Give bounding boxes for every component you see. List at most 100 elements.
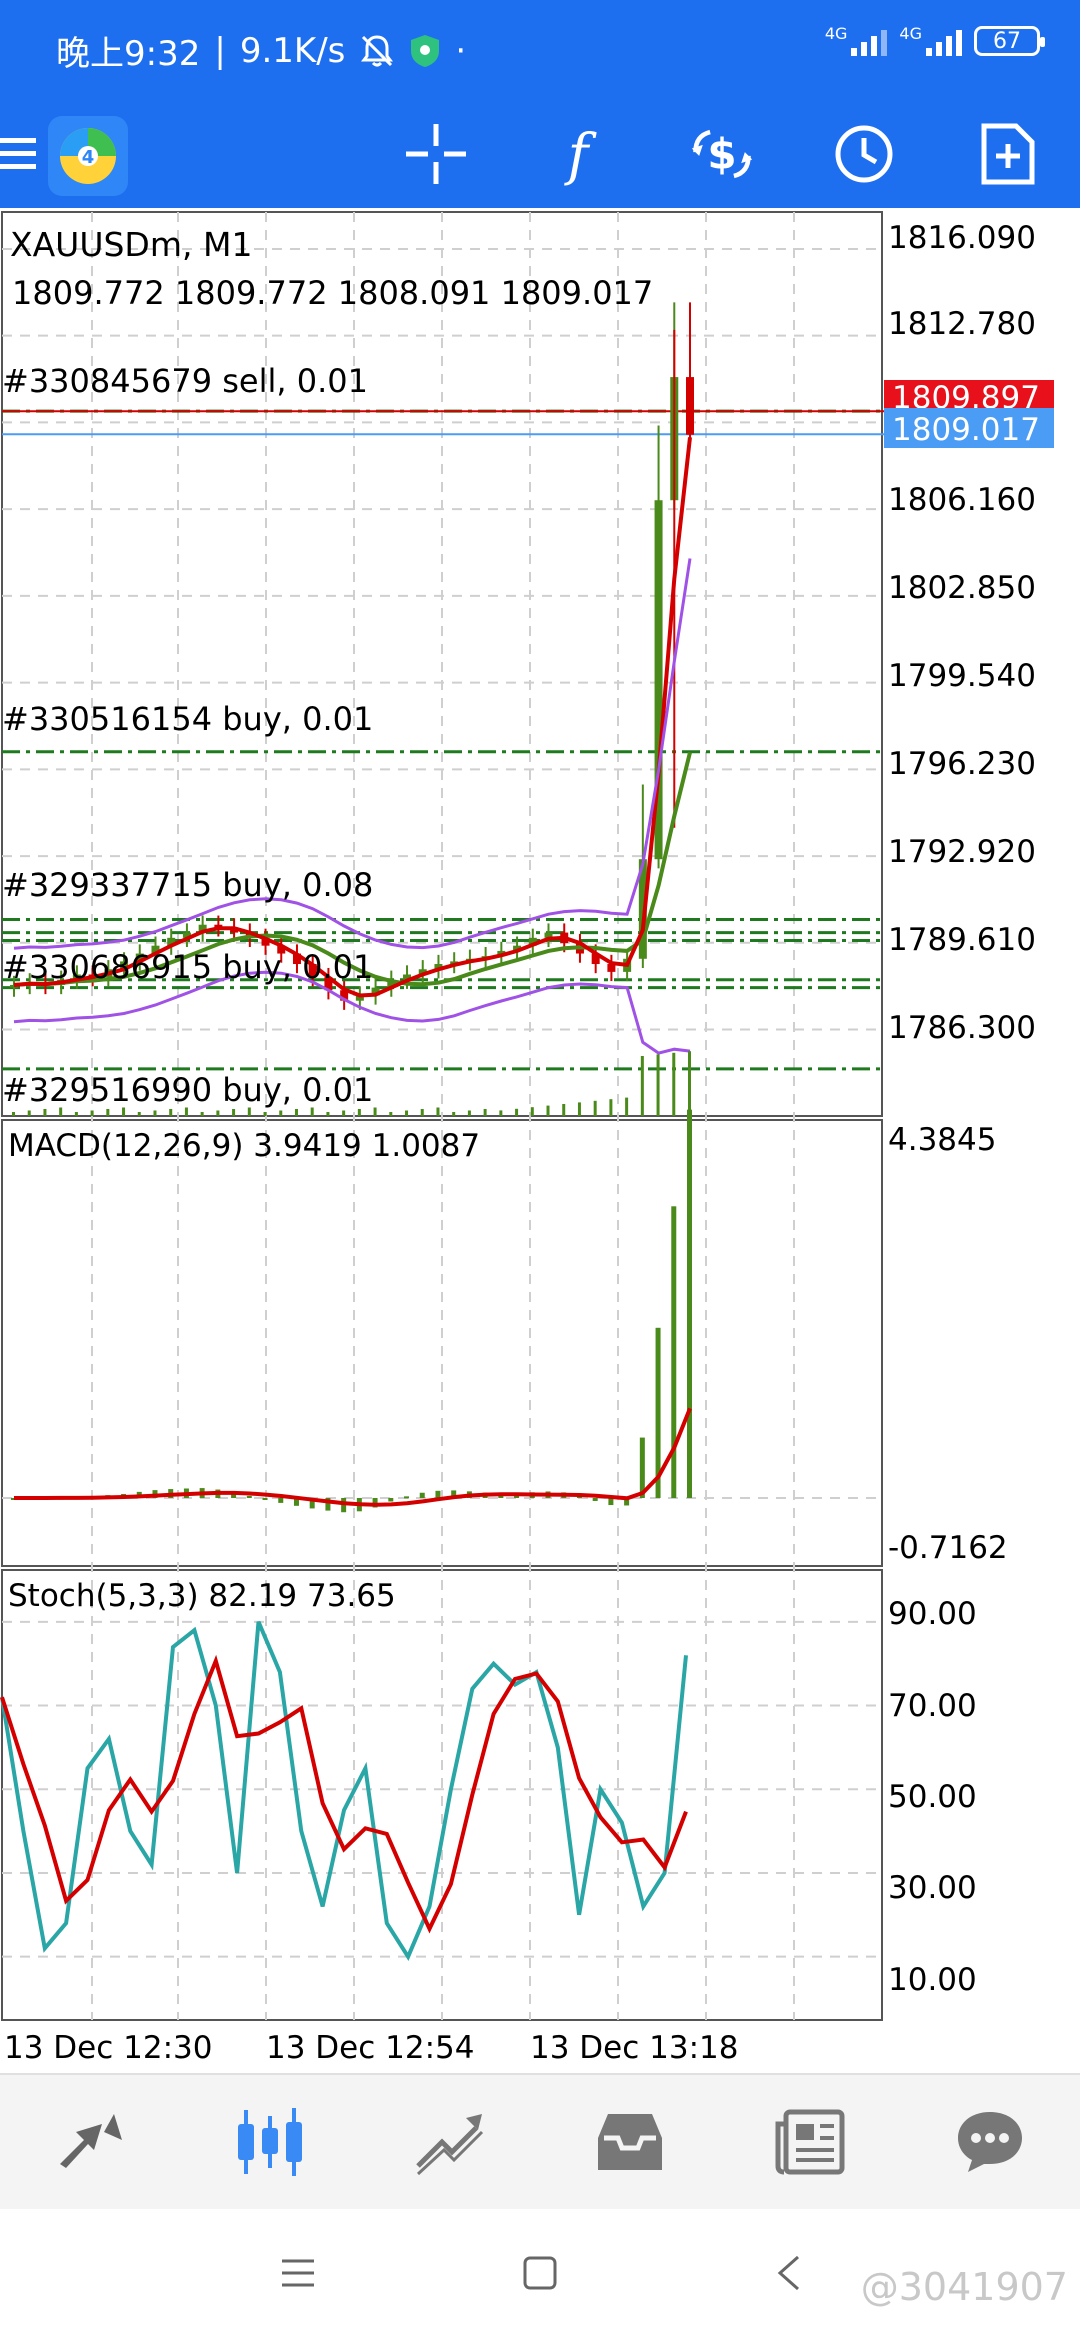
chart-area[interactable]: XAUUSDm, M1 1809.772 1809.772 1808.091 1… <box>0 208 1080 2073</box>
time-label-3: 13 Dec 13:18 <box>530 2030 738 2066</box>
price-label-2: 1812.780 <box>888 306 1036 342</box>
macd-bar-17 <box>278 1498 284 1503</box>
stoch-level-30: 30.00 <box>888 1870 977 1906</box>
price-label-8: 1789.610 <box>888 922 1036 958</box>
chart-symbol: XAUUSDm, M1 <box>10 225 252 264</box>
svg-text:4: 4 <box>82 147 95 168</box>
volume-bar-2 <box>43 1109 47 1116</box>
quotes-arrows-icon[interactable] <box>45 2097 135 2187</box>
newspaper-icon[interactable] <box>765 2097 855 2187</box>
macd-bar-25 <box>404 1496 410 1499</box>
chart-ohlc: 1809.772 1809.772 1808.091 1809.017 <box>12 274 653 312</box>
volume-bar-41 <box>656 1054 660 1116</box>
volume-bar-32 <box>515 1108 519 1116</box>
price-label-1: 1816.090 <box>888 220 1036 256</box>
volume-bar-27 <box>436 1107 440 1116</box>
volume-bar-16 <box>263 1112 267 1116</box>
volume-bar-0 <box>12 1112 15 1116</box>
volume-bar-6 <box>106 1109 110 1116</box>
volume-bar-40 <box>640 1056 644 1116</box>
volume-bar-30 <box>483 1109 487 1116</box>
volume-bar-42 <box>672 1052 676 1116</box>
macd-bar-16 <box>262 1498 268 1500</box>
volume-bar-18 <box>294 1109 298 1116</box>
macd-bar-24 <box>388 1498 394 1502</box>
volume-bar-22 <box>357 1109 361 1116</box>
svg-text:$: $ <box>707 130 736 179</box>
time-label-1: 13 Dec 12:30 <box>4 2030 212 2066</box>
volume-bar-34 <box>546 1105 550 1116</box>
shield-icon <box>411 34 440 67</box>
price-label-6: 1796.230 <box>888 746 1036 782</box>
volume-bar-14 <box>232 1109 236 1116</box>
home-square-icon[interactable] <box>522 2255 558 2291</box>
function-icon[interactable]: f <box>546 122 610 186</box>
volume-bar-17 <box>279 1110 283 1116</box>
volume-bar-4 <box>74 1112 78 1116</box>
volume-bar-25 <box>405 1110 409 1116</box>
status-left: 晚上9:32 | 9.1K/s · <box>56 26 466 75</box>
stoch-level-70: 70.00 <box>888 1688 977 1724</box>
metatrader-logo[interactable]: 4 <box>46 114 130 198</box>
chart-canvas[interactable]: XAUUSDm, M1 1809.772 1809.772 1808.091 1… <box>0 208 1080 2073</box>
stoch-label: Stoch(5,3,3) 82.19 73.65 <box>8 1578 396 1614</box>
order-label-5[interactable]: #329516990 buy, 0.01 <box>2 1071 373 1109</box>
macd-label: MACD(12,26,9) 3.9419 1.0087 <box>8 1128 480 1164</box>
volume-bar-26 <box>420 1109 424 1116</box>
bell-muted-icon <box>361 34 394 66</box>
volume-bar-31 <box>499 1110 503 1116</box>
stoch-level-50: 50.00 <box>888 1779 977 1815</box>
macd-bar-15 <box>246 1495 252 1498</box>
status-network-speed: 9.1K/s <box>239 30 346 71</box>
volume-bar-24 <box>389 1112 393 1116</box>
volume-bar-13 <box>216 1110 220 1116</box>
back-chevron-icon[interactable] <box>774 2255 804 2291</box>
price-label-7: 1792.920 <box>888 834 1036 870</box>
status-dot: · <box>455 30 467 71</box>
battery-level: 67 <box>993 28 1021 54</box>
dollar-exchange-icon[interactable]: $ <box>690 122 754 186</box>
network-type-2: 4G <box>899 23 922 43</box>
trend-line-icon[interactable] <box>405 2097 495 2187</box>
status-time: 晚上9:32 <box>56 34 201 74</box>
volume-bar-9 <box>153 1110 157 1116</box>
macd-bar-43 <box>687 1109 692 1498</box>
menu-icon[interactable] <box>0 122 46 186</box>
macd-bar-26 <box>419 1492 425 1498</box>
order-label-4[interactable]: #330686915 buy, 0.01 <box>2 948 373 986</box>
candle-body-43 <box>686 377 694 435</box>
clock-icon[interactable] <box>832 122 896 186</box>
volume-bar-35 <box>562 1104 566 1116</box>
volume-bar-20 <box>326 1112 330 1116</box>
crosshair-icon[interactable] <box>404 122 468 186</box>
status-bar: 晚上9:32 | 9.1K/s · 4G 4G 67 <box>0 0 1080 100</box>
volume-bar-36 <box>577 1102 581 1116</box>
stoch-level-90: 90.00 <box>888 1596 977 1632</box>
price-label-9: 1786.300 <box>888 1010 1036 1046</box>
inbox-icon[interactable] <box>585 2097 675 2187</box>
time-label-2: 13 Dec 12:54 <box>266 2030 474 2066</box>
status-separator: | <box>214 30 226 71</box>
macd-bar-37 <box>592 1498 598 1501</box>
volume-bar-37 <box>593 1100 597 1116</box>
price-label-4: 1802.850 <box>888 570 1036 606</box>
watermark: @3041907 <box>860 2265 1068 2309</box>
recents-menu-icon[interactable] <box>280 2255 316 2291</box>
macd-top-value: 4.3845 <box>888 1122 996 1158</box>
volume-bar-28 <box>452 1112 456 1116</box>
svg-text:f: f <box>564 123 598 186</box>
price-label-3: 1806.160 <box>888 482 1036 518</box>
volume-bar-29 <box>467 1110 471 1116</box>
order-label-3[interactable]: #329337715 buy, 0.08 <box>2 866 373 904</box>
volume-bar-12 <box>200 1112 204 1116</box>
bid-price: 1809.017 <box>892 412 1040 448</box>
order-label-2[interactable]: #330516154 buy, 0.01 <box>2 700 373 738</box>
document-plus-icon[interactable] <box>976 122 1040 186</box>
toolbar: 4 f $ <box>0 100 1080 208</box>
volume-bar-5 <box>90 1110 94 1116</box>
signal-icon-2 <box>926 26 962 56</box>
order-label-1[interactable]: #330845679 sell, 0.01 <box>2 362 368 400</box>
candlestick-icon[interactable] <box>225 2097 315 2187</box>
signal-icon-1 <box>851 26 888 56</box>
chat-bubble-icon[interactable] <box>945 2097 1035 2187</box>
